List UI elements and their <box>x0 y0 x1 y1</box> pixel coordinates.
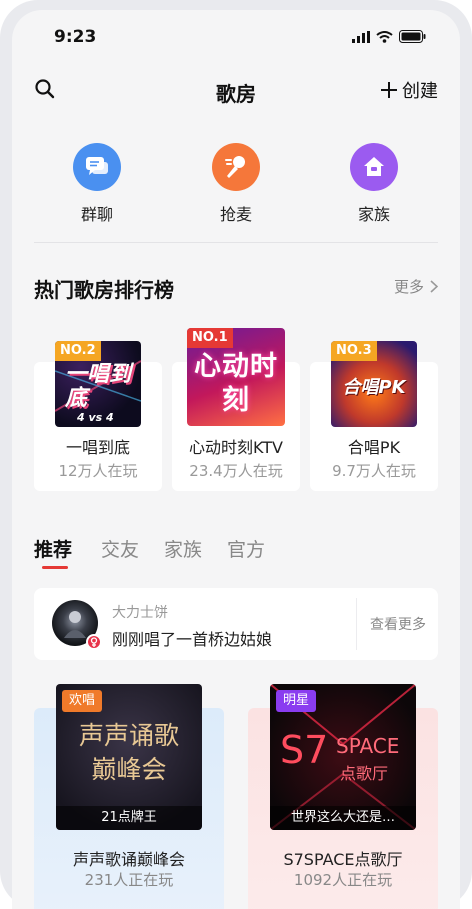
ranking-more-link[interactable]: 更多 <box>394 276 438 297</box>
tab-friends[interactable]: 交友 <box>101 535 139 562</box>
entry-label: 群聊 <box>80 205 113 224</box>
divider <box>356 598 357 650</box>
signal-icon <box>352 30 370 43</box>
tab-recommend[interactable]: 推荐 <box>34 535 72 562</box>
entry-grab-mic[interactable]: 抢麦 <box>191 143 281 225</box>
ranking-name: 一唱到底 <box>65 438 130 457</box>
room-cover: 声声诵歌 巅峰会 欢唱 21点牌王 <box>56 684 202 830</box>
ranking-name: 合唱PK <box>347 438 401 457</box>
tab-family[interactable]: 家族 <box>164 535 202 562</box>
activity-username: 大力士饼 <box>112 605 168 621</box>
room-caption: 世界这么大还是… <box>270 806 416 830</box>
chevron-right-icon <box>430 280 438 293</box>
room-count: 1092人正在玩 <box>293 871 393 889</box>
ranking-count: 9.7万人在玩 <box>332 462 416 480</box>
activity-text: 刚刚唱了一首桥边姑娘 <box>112 630 273 649</box>
cover-title: 心动时刻 <box>194 351 278 416</box>
ranking-cover: 心动时刻 NO.1 <box>187 328 285 426</box>
tab-official[interactable]: 官方 <box>227 535 265 562</box>
room-name: S7SPACE点歌厅 <box>283 850 403 869</box>
ranking-cover: 一唱到底 4 vs 4 NO.2 <box>55 341 141 427</box>
room-count: 231人正在玩 <box>84 871 174 889</box>
phone-screen: 9:23 歌房 创建 群聊 抢麦 家族 热门歌房排行榜 更多 一唱到底 4 vs… <box>12 10 460 909</box>
entry-label: 抢麦 <box>219 205 252 224</box>
entry-group-chat[interactable]: 群聊 <box>52 143 142 225</box>
ranking-title: 热门歌房排行榜 <box>34 278 174 302</box>
status-time: 9:23 <box>54 27 97 47</box>
cover-subtitle: 4 vs 4 <box>77 411 114 424</box>
battery-icon <box>399 30 426 43</box>
create-button[interactable]: 创建 <box>380 77 438 103</box>
room-caption: 21点牌王 <box>56 806 202 830</box>
cover-title-line2: 巅峰会 <box>91 755 167 784</box>
cover-title-room: 点歌厅 <box>340 764 389 783</box>
room-tag: 明星 <box>276 690 317 712</box>
room-cover: S7 SPACE 点歌厅 明星 世界这么大还是… <box>270 684 416 830</box>
rank-badge: NO.1 <box>187 328 233 348</box>
more-label: 更多 <box>393 278 424 296</box>
entry-label: 家族 <box>357 205 390 224</box>
cover-title: 一唱到底 <box>65 362 132 411</box>
microphone-icon <box>212 143 260 191</box>
active-tab-indicator <box>42 566 68 569</box>
entry-family[interactable]: 家族 <box>329 143 419 225</box>
cover-title-s7: S7 <box>280 728 329 772</box>
divider <box>34 242 438 243</box>
cover-title-line1: 声声诵歌 <box>78 721 179 750</box>
chat-bubbles-icon <box>73 143 121 191</box>
cover-title-space: SPACE <box>336 734 400 758</box>
female-icon <box>86 634 102 650</box>
status-icons <box>352 30 426 43</box>
ranking-count: 23.4万人在玩 <box>189 462 283 480</box>
rank-badge: NO.3 <box>331 341 377 361</box>
cover-title: 合唱PK <box>342 377 406 398</box>
rank-badge: NO.2 <box>55 341 101 361</box>
ranking-count: 12万人在玩 <box>58 462 138 480</box>
plus-icon <box>381 82 397 98</box>
activity-card[interactable]: 大力士饼 刚刚唱了一首桥边姑娘 查看更多 <box>34 588 438 660</box>
view-more-button[interactable]: 查看更多 <box>370 614 426 634</box>
status-bar: 9:23 <box>12 10 460 60</box>
ranking-cover: 合唱PK NO.3 <box>331 341 417 427</box>
room-name: 声声歌诵巅峰会 <box>72 850 185 869</box>
house-icon <box>350 143 398 191</box>
wifi-icon <box>376 30 393 43</box>
ranking-name: 心动时刻KTV <box>189 438 283 457</box>
create-label: 创建 <box>402 81 438 102</box>
room-tag: 欢唱 <box>62 690 103 712</box>
